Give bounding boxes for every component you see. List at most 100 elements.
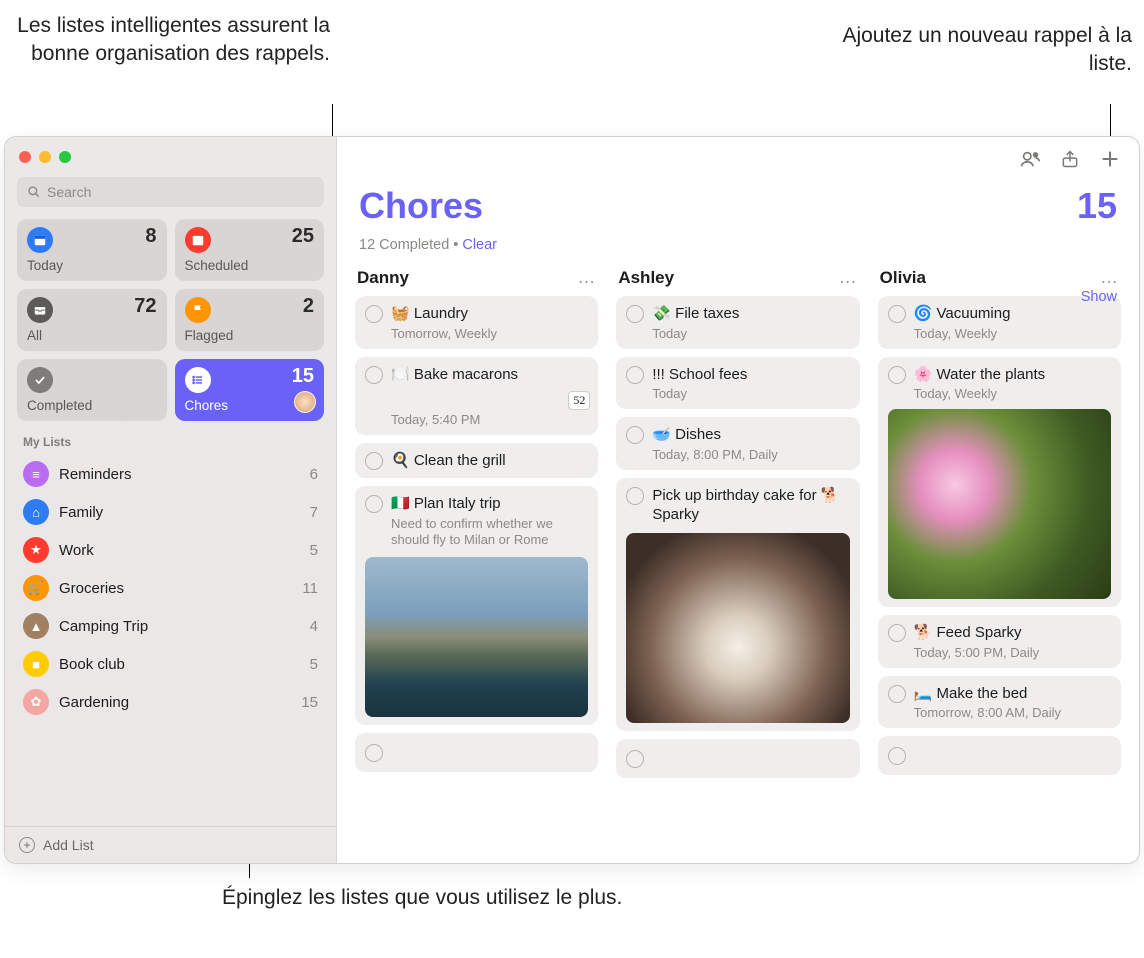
- add-reminder-button[interactable]: [1099, 148, 1121, 170]
- reminder-card[interactable]: !!! School feesToday: [616, 357, 859, 410]
- list-row-camping-trip[interactable]: ▲ Camping Trip 4: [5, 607, 336, 645]
- list-name: Family: [59, 504, 103, 521]
- reminder-card[interactable]: 🐕 Feed SparkyToday, 5:00 PM, Daily: [878, 615, 1121, 668]
- clear-completed-button[interactable]: Clear: [462, 237, 497, 253]
- smart-chores[interactable]: 15 Chores: [175, 359, 325, 421]
- smart-count: 72: [134, 295, 156, 318]
- list-row-groceries[interactable]: 🛒 Groceries 11: [5, 569, 336, 607]
- list-subheader: 12 Completed • Clear: [337, 237, 1139, 261]
- new-reminder-placeholder[interactable]: [355, 733, 598, 772]
- complete-checkbox[interactable]: [626, 487, 644, 505]
- list-icon: ■: [23, 651, 49, 677]
- complete-checkbox[interactable]: [626, 750, 644, 768]
- reminder-card[interactable]: 🛏️ Make the bedTomorrow, 8:00 AM, Daily: [878, 676, 1121, 729]
- list-row-book-club[interactable]: ■ Book club 5: [5, 645, 336, 683]
- reminder-card[interactable]: 🌸 Water the plantsToday, Weekly: [878, 357, 1121, 608]
- list-row-family[interactable]: ⌂ Family 7: [5, 493, 336, 531]
- flag-icon: [185, 297, 211, 323]
- complete-checkbox[interactable]: [888, 366, 906, 384]
- complete-checkbox[interactable]: [626, 366, 644, 384]
- list-row-reminders[interactable]: ≡ Reminders 6: [5, 455, 336, 493]
- reminder-title: 🥣 Dishes: [652, 425, 721, 445]
- collaborate-icon[interactable]: [1019, 148, 1041, 170]
- calendar-icon: [185, 227, 211, 253]
- smart-count: 15: [292, 365, 314, 388]
- columns: Danny … 🧺 LaundryTomorrow, Weekly 🍽️ Bak…: [337, 261, 1139, 863]
- list-count: 5: [310, 656, 318, 673]
- complete-checkbox[interactable]: [626, 305, 644, 323]
- new-reminder-placeholder[interactable]: [616, 739, 859, 778]
- column-header: Danny …: [355, 261, 598, 296]
- share-icon[interactable]: [1059, 148, 1081, 170]
- close-window-button[interactable]: [19, 151, 31, 163]
- column-menu-button[interactable]: …: [839, 267, 858, 288]
- smart-count: 25: [292, 225, 314, 248]
- sidebar: Search 8 Today 25 Scheduled: [5, 137, 337, 863]
- complete-checkbox[interactable]: [626, 426, 644, 444]
- reminder-card[interactable]: 🧺 LaundryTomorrow, Weekly: [355, 296, 598, 349]
- reminder-title: 🇮🇹 Plan Italy trip: [391, 494, 501, 514]
- complete-checkbox[interactable]: [365, 744, 383, 762]
- week-badge: 52: [568, 391, 590, 410]
- search-input[interactable]: Search: [17, 177, 324, 207]
- reminder-meta: Today, 5:00 PM, Daily: [914, 645, 1111, 660]
- reminder-title: 🛏️ Make the bed: [914, 684, 1028, 704]
- list-count: 15: [1077, 185, 1117, 227]
- complete-checkbox[interactable]: [365, 305, 383, 323]
- complete-checkbox[interactable]: [888, 747, 906, 765]
- reminder-title: 🌀 Vacuuming: [914, 304, 1011, 324]
- reminder-meta: Today, Weekly: [914, 386, 1111, 401]
- list-name: Camping Trip: [59, 618, 148, 635]
- list-icon: [185, 367, 211, 393]
- smart-label: All: [27, 328, 157, 343]
- app-window: Search 8 Today 25 Scheduled: [4, 136, 1140, 864]
- reminder-card[interactable]: Pick up birthday cake for 🐕 Sparky: [616, 478, 859, 731]
- minimize-window-button[interactable]: [39, 151, 51, 163]
- show-completed-button[interactable]: Show: [1081, 289, 1117, 305]
- reminder-card[interactable]: 🍽️ Bake macarons 52 Today, 5:40 PM: [355, 357, 598, 435]
- reminder-title: Pick up birthday cake for 🐕 Sparky: [652, 486, 849, 525]
- reminder-title: !!! School fees: [652, 365, 747, 385]
- column-menu-button[interactable]: …: [577, 267, 596, 288]
- column-items: 💸 File taxesToday !!! School feesToday 🥣…: [616, 296, 859, 778]
- reminder-photo: [626, 533, 849, 723]
- column-menu-button[interactable]: …: [1100, 267, 1119, 288]
- complete-checkbox[interactable]: [365, 366, 383, 384]
- list-header: Chores 15: [337, 181, 1139, 237]
- complete-checkbox[interactable]: [365, 452, 383, 470]
- reminder-meta: Today, 5:40 PM: [391, 412, 588, 427]
- plus-circle-icon: +: [19, 837, 35, 853]
- search-icon: [27, 185, 41, 199]
- maximize-window-button[interactable]: [59, 151, 71, 163]
- complete-checkbox[interactable]: [365, 495, 383, 513]
- complete-checkbox[interactable]: [888, 685, 906, 703]
- list-icon: ★: [23, 537, 49, 563]
- column-items: 🧺 LaundryTomorrow, Weekly 🍽️ Bake macaro…: [355, 296, 598, 772]
- reminder-title: 🌸 Water the plants: [914, 365, 1046, 385]
- smart-completed[interactable]: Completed: [17, 359, 167, 421]
- list-count: 7: [310, 504, 318, 521]
- new-reminder-placeholder[interactable]: [878, 736, 1121, 775]
- reminder-meta: Today, 8:00 PM, Daily: [652, 447, 849, 462]
- complete-checkbox[interactable]: [888, 305, 906, 323]
- smart-scheduled[interactable]: 25 Scheduled: [175, 219, 325, 281]
- smart-all[interactable]: 72 All: [17, 289, 167, 351]
- smart-today[interactable]: 8 Today: [17, 219, 167, 281]
- list-name: Gardening: [59, 694, 129, 711]
- reminder-card[interactable]: 💸 File taxesToday: [616, 296, 859, 349]
- reminder-card[interactable]: 🇮🇹 Plan Italy tripNeed to confirm whethe…: [355, 486, 598, 725]
- list-count: 4: [310, 618, 318, 635]
- reminder-title: 🧺 Laundry: [391, 304, 468, 324]
- smart-label: Scheduled: [185, 258, 315, 273]
- complete-checkbox[interactable]: [888, 624, 906, 642]
- reminder-card[interactable]: 🍳 Clean the grill: [355, 443, 598, 479]
- reminder-card[interactable]: 🥣 Dishes Today, 8:00 PM, Daily: [616, 417, 859, 470]
- add-list-button[interactable]: + Add List: [5, 826, 336, 863]
- column-olivia: Olivia … 🌀 VacuumingToday, Weekly 🌸 Wate…: [878, 261, 1121, 851]
- smart-flagged[interactable]: 2 Flagged: [175, 289, 325, 351]
- toolbar: [337, 137, 1139, 181]
- reminder-title: 🍽️ Bake macarons: [391, 365, 518, 385]
- smart-count: 8: [145, 225, 156, 248]
- list-row-gardening[interactable]: ✿ Gardening 15: [5, 683, 336, 721]
- list-row-work[interactable]: ★ Work 5: [5, 531, 336, 569]
